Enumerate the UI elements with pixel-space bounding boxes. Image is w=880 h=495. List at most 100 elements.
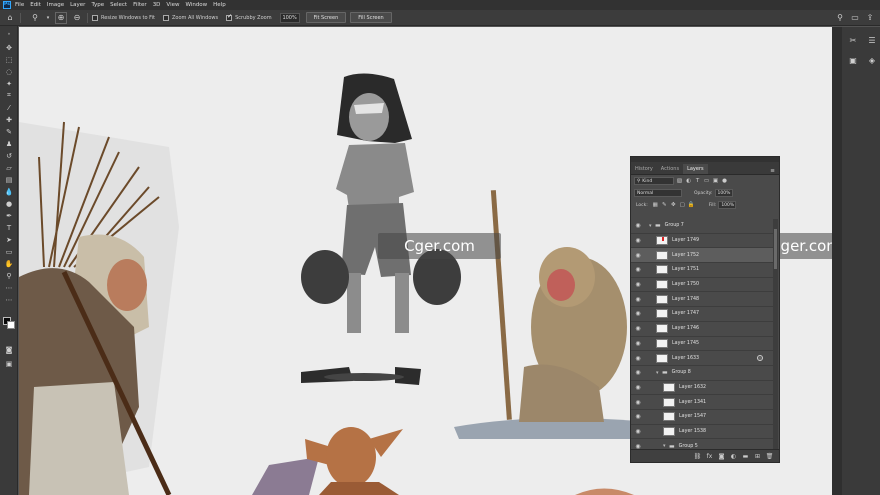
chevron-down-icon[interactable]: ▾ [45, 12, 51, 24]
layer-thumbnail[interactable] [656, 250, 668, 260]
layer-group-row[interactable]: ◉ ▾ ▬ Group 8 [631, 366, 773, 381]
filter-shape-icon[interactable]: ▭ [703, 178, 710, 185]
layer-name[interactable]: Layer 1633 [672, 356, 699, 361]
visibility-eye-icon[interactable]: ◉ [633, 413, 643, 420]
tab-layers[interactable]: Layers [683, 164, 708, 174]
visibility-eye-icon[interactable]: ◉ [633, 355, 643, 362]
opacity-field[interactable]: 100% [714, 189, 733, 197]
edit-toolbar-icon[interactable]: ⋯ [3, 294, 15, 305]
layer-thumbnail[interactable] [656, 265, 668, 275]
layer-thumbnail[interactable] [656, 294, 668, 304]
layer-row[interactable]: ◉ Layer 1547 [631, 410, 773, 425]
filter-toggle-icon[interactable]: ● [721, 178, 728, 185]
visibility-eye-icon[interactable]: ◉ [633, 369, 643, 376]
layer-thumbnail[interactable] [656, 338, 668, 348]
layer-row[interactable]: ◉ Layer 1745 [631, 337, 773, 352]
menu-image[interactable]: Image [47, 2, 64, 8]
magic-wand-icon[interactable]: ✦ [3, 78, 15, 89]
eyedropper-tool-icon[interactable]: ⁄ [3, 102, 15, 113]
menu-edit[interactable]: Edit [30, 2, 41, 8]
layer-name[interactable]: Layer 1538 [679, 429, 706, 434]
link-layers-icon[interactable]: ⛓ [694, 453, 702, 460]
blur-tool-icon[interactable]: 💧 [3, 186, 15, 197]
zoom-all-windows-checkbox[interactable]: Zoom All Windows [163, 14, 218, 21]
pen-tool-icon[interactable]: ✒ [3, 210, 15, 221]
visibility-eye-icon[interactable]: ◉ [633, 428, 643, 435]
visibility-eye-icon[interactable]: ◉ [633, 266, 643, 273]
layer-name[interactable]: Layer 1752 [672, 253, 699, 258]
layer-thumbnail[interactable] [663, 382, 675, 392]
layer-row[interactable]: ◉ Layer 1632 [631, 381, 773, 396]
lock-transparent-icon[interactable]: ▦ [652, 202, 659, 209]
lasso-tool-icon[interactable]: ◌ [3, 66, 15, 77]
fill-field[interactable]: 100% [718, 201, 737, 209]
visibility-eye-icon[interactable]: ◉ [633, 252, 643, 259]
filter-kind-select[interactable]: ⚲ Kind [634, 177, 674, 185]
hand-tool-icon[interactable]: ✋ [3, 258, 15, 269]
panel-menu-icon[interactable]: ≡ [769, 167, 776, 174]
menu-layer[interactable]: Layer [70, 2, 85, 8]
tab-history[interactable]: History [631, 164, 657, 174]
layer-thumbnail[interactable] [656, 280, 668, 290]
layer-thumbnail[interactable] [663, 412, 675, 422]
layer-style-icon[interactable]: fx [706, 453, 713, 460]
add-mask-icon[interactable]: ◙ [718, 453, 725, 460]
layer-name[interactable]: Group 5 [679, 444, 698, 449]
path-selection-icon[interactable]: ➤ [3, 234, 15, 245]
panel-scrollbar[interactable] [773, 219, 778, 450]
workspace-icon[interactable]: ▭ [849, 11, 861, 23]
layer-name[interactable]: Group 7 [665, 223, 684, 228]
panel-collapse-icon[interactable]: » [3, 28, 15, 39]
history-brush-icon[interactable]: ↺ [3, 150, 15, 161]
new-group-icon[interactable]: ▬ [742, 453, 749, 460]
zoom-out-icon[interactable]: ⊖ [71, 12, 83, 24]
menu-file[interactable]: File [15, 2, 24, 8]
menu-3d[interactable]: 3D [153, 2, 161, 8]
filter-adjustment-icon[interactable]: ◐ [685, 178, 692, 185]
layer-name[interactable]: Group 8 [672, 370, 691, 375]
home-icon[interactable]: ⌂ [4, 12, 16, 24]
shape-tool-icon[interactable]: ▭ [3, 246, 15, 257]
lock-position-icon[interactable]: ✥ [670, 202, 677, 209]
brush-tool-icon[interactable]: ✎ [3, 126, 15, 137]
properties-icon[interactable]: ☰ [864, 33, 880, 47]
eraser-tool-icon[interactable]: ▱ [3, 162, 15, 173]
layer-name[interactable]: Layer 1745 [672, 341, 699, 346]
search-icon[interactable]: ⚲ [834, 11, 846, 23]
filter-type-icon[interactable]: T [694, 178, 701, 185]
layer-group-row[interactable]: ◉ ▾ ▬ Group 7 [631, 219, 773, 234]
healing-brush-icon[interactable]: ✚ [3, 114, 15, 125]
layer-name[interactable]: Layer 1746 [672, 326, 699, 331]
layer-thumbnail[interactable] [663, 397, 675, 407]
menu-window[interactable]: Window [185, 2, 207, 8]
layer-row[interactable]: ◉ Layer 1747 [631, 307, 773, 322]
visibility-eye-icon[interactable]: ◉ [633, 237, 643, 244]
move-tool-icon[interactable]: ✥ [3, 42, 15, 53]
visibility-eye-icon[interactable]: ◉ [633, 325, 643, 332]
more-tools-icon[interactable]: ⋯ [3, 282, 15, 293]
layer-thumbnail[interactable] [656, 353, 668, 363]
visibility-eye-icon[interactable]: ◉ [633, 222, 643, 229]
lock-all-icon[interactable]: 🔒 [688, 202, 695, 209]
layer-row[interactable]: ◉ Layer 1751 [631, 263, 773, 278]
scrollbar-thumb[interactable] [774, 229, 777, 269]
layer-row[interactable]: ◉ Layer 1633 ◎ [631, 351, 773, 366]
share-icon[interactable]: ⇪ [864, 11, 876, 23]
visibility-eye-icon[interactable]: ◉ [633, 296, 643, 303]
libraries-icon[interactable]: ▣ [845, 53, 861, 67]
zoom-percentage-field[interactable]: 100% [279, 12, 300, 23]
layer-row[interactable]: ◉ Layer 1752 [631, 248, 773, 264]
adjustment-layer-icon[interactable]: ◐ [730, 453, 737, 460]
visibility-eye-icon[interactable]: ◉ [633, 340, 643, 347]
resize-windows-checkbox[interactable]: Resize Windows to Fit [92, 14, 155, 21]
layer-name[interactable]: Layer 1341 [679, 400, 706, 405]
fit-screen-button[interactable]: Fit Screen [305, 12, 347, 23]
filter-smart-object-icon[interactable]: ▣ [712, 178, 719, 185]
zoom-in-icon[interactable]: ⊕ [55, 11, 67, 24]
visibility-eye-icon[interactable]: ◉ [633, 384, 643, 391]
lock-pixels-icon[interactable]: ✎ [661, 202, 668, 209]
menu-help[interactable]: Help [213, 2, 226, 8]
screen-mode-icon[interactable]: ▣ [3, 358, 15, 369]
crop-tool-icon[interactable]: ⌗ [3, 90, 15, 101]
filter-pixel-icon[interactable]: ▧ [676, 178, 683, 185]
